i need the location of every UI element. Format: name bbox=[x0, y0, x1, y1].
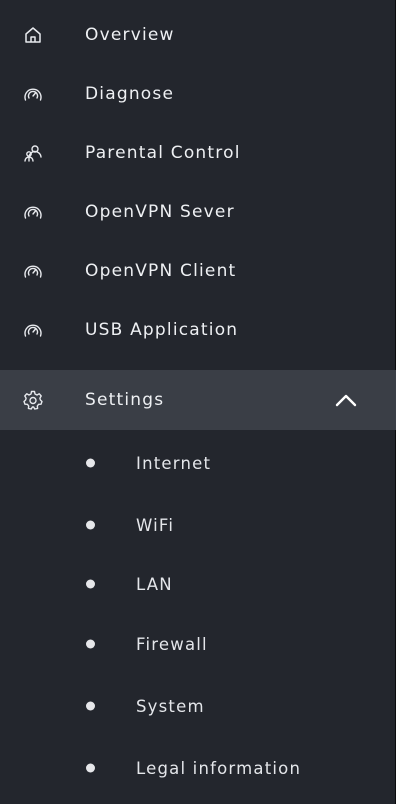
sidebar-item-label: Settings bbox=[85, 390, 165, 410]
submenu-item-label: System bbox=[136, 696, 205, 716]
submenu-item-wifi[interactable]: WiFi bbox=[0, 500, 396, 550]
sidebar-item-label: Diagnose bbox=[85, 84, 175, 104]
chevron-up-icon[interactable] bbox=[332, 390, 360, 410]
sidebar-item-settings[interactable]: Settings bbox=[0, 370, 396, 430]
sidebar-item-usb-application[interactable]: USB Application bbox=[0, 301, 396, 359]
sidebar-item-overview[interactable]: Overview bbox=[0, 6, 396, 64]
home-icon bbox=[22, 24, 44, 46]
bullet-icon bbox=[86, 520, 95, 530]
submenu-item-label: WiFi bbox=[136, 515, 175, 535]
submenu-item-label: Firewall bbox=[136, 634, 208, 654]
gauge-icon bbox=[22, 319, 44, 341]
gauge-icon bbox=[22, 260, 44, 282]
submenu-item-system[interactable]: System bbox=[0, 681, 396, 731]
sidebar-item-openvpn-server[interactable]: OpenVPN Sever bbox=[0, 183, 396, 241]
bullet-icon bbox=[86, 639, 95, 649]
submenu-item-firewall[interactable]: Firewall bbox=[0, 619, 396, 669]
submenu-item-internet[interactable]: Internet bbox=[0, 438, 396, 488]
bullet-icon bbox=[86, 763, 95, 773]
gauge-icon bbox=[22, 201, 44, 223]
submenu-item-label: Internet bbox=[136, 453, 212, 473]
gauge-icon bbox=[22, 83, 44, 105]
sidebar-item-label: Overview bbox=[85, 25, 175, 45]
submenu-item-label: Legal information bbox=[136, 758, 302, 778]
sidebar-nav: Overview Diagnose Parental Control OpenV… bbox=[0, 0, 396, 804]
bullet-icon bbox=[86, 701, 95, 711]
sidebar-item-label: Parental Control bbox=[85, 143, 241, 163]
submenu-item-legal-information[interactable]: Legal information bbox=[0, 743, 396, 793]
parental-icon bbox=[22, 142, 44, 164]
sidebar-item-label: OpenVPN Client bbox=[85, 261, 237, 281]
sidebar-item-label: OpenVPN Sever bbox=[85, 202, 235, 222]
bullet-icon bbox=[86, 458, 95, 468]
sidebar-item-label: USB Application bbox=[85, 320, 239, 340]
submenu-item-lan[interactable]: LAN bbox=[0, 559, 396, 609]
sidebar-item-openvpn-client[interactable]: OpenVPN Client bbox=[0, 242, 396, 300]
bullet-icon bbox=[86, 579, 95, 589]
submenu-item-label: LAN bbox=[136, 574, 173, 594]
gear-icon bbox=[22, 389, 44, 411]
sidebar-item-parental-control[interactable]: Parental Control bbox=[0, 124, 396, 182]
sidebar-item-diagnose[interactable]: Diagnose bbox=[0, 65, 396, 123]
